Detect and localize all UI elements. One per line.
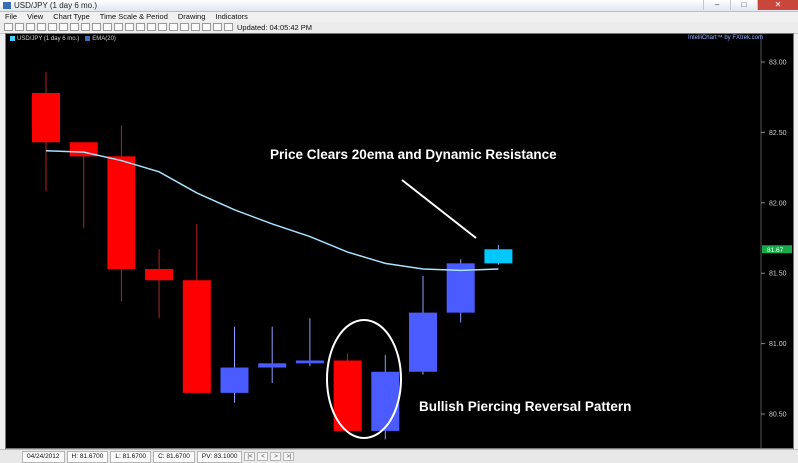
annotation-arrow [401, 179, 477, 239]
fibonacci-tool-icon[interactable] [92, 23, 101, 31]
candle-body [258, 363, 287, 368]
next-icon[interactable]: > [270, 452, 282, 461]
eraser-tool-icon[interactable] [147, 23, 156, 31]
status-low: L: 81.6700 [110, 450, 152, 463]
candle-body [145, 268, 174, 281]
candle-body [107, 156, 136, 269]
last-icon[interactable]: >| [283, 452, 295, 461]
price-tick-label: 82.50 [769, 130, 787, 137]
brand-label: IntelliChart™ by FXtrek.com [687, 35, 763, 41]
zoom-in-icon[interactable] [26, 23, 35, 31]
window-title: USD/JPY (1 day 6 mo.) [14, 1, 97, 10]
horizontal-line-icon[interactable] [59, 23, 68, 31]
menu-view[interactable]: View [22, 12, 48, 22]
menu-file[interactable]: File [0, 12, 22, 22]
annotation-price-clears: Price Clears 20ema and Dynamic Resistanc… [270, 147, 557, 162]
indicator-icon[interactable] [169, 23, 178, 31]
menu-bar: File View Chart Type Time Scale & Period… [0, 12, 798, 22]
chart-panel[interactable]: 80.50 81.00 81.50 82.00 82.50 83.00 81.67 Price… [5, 33, 794, 449]
candle-body [295, 360, 324, 364]
print-icon[interactable] [191, 23, 200, 31]
crosshair-tool-icon[interactable] [15, 23, 24, 31]
annotation-piercing-pattern: Bullish Piercing Reversal Pattern [419, 399, 631, 414]
help-icon[interactable] [224, 23, 233, 31]
status-high: H: 81.6700 [66, 450, 109, 463]
close-button[interactable]: ✕ [757, 0, 798, 10]
menu-indicators[interactable]: Indicators [210, 12, 253, 22]
chart-style-icon[interactable] [158, 23, 167, 31]
window-controls: – □ ✕ [703, 0, 798, 11]
text-tool-icon[interactable] [103, 23, 112, 31]
trendline-tool-icon[interactable] [48, 23, 57, 31]
price-tick-label: 81.50 [769, 271, 787, 278]
title-bar: USD/JPY (1 day 6 mo.) – □ ✕ [0, 0, 798, 12]
ellipse-tool-icon[interactable] [136, 23, 145, 31]
legend-ema: EMA(20) [85, 35, 116, 43]
save-icon[interactable] [202, 23, 211, 31]
properties-icon[interactable] [180, 23, 189, 31]
rectangle-tool-icon[interactable] [125, 23, 134, 31]
candle-body [484, 249, 513, 264]
price-chart: 80.50 81.00 81.50 82.00 82.50 83.00 81.67 Price… [32, 34, 792, 448]
status-close: C: 81.6700 [153, 450, 195, 463]
updated-time: Updated: 04:05:42 PM [237, 23, 313, 32]
status-bar: 04/24/2012 H: 81.6700 L: 81.6700 C: 81.6… [0, 449, 798, 463]
maximize-button[interactable]: □ [730, 0, 757, 10]
app-icon [3, 2, 11, 9]
first-icon[interactable]: |< [244, 452, 256, 461]
candle-body [371, 371, 400, 431]
menu-time-scale[interactable]: Time Scale & Period [95, 12, 173, 22]
vertical-line-icon[interactable] [70, 23, 79, 31]
zoom-out-icon[interactable] [37, 23, 46, 31]
price-tick-label: 81.00 [769, 341, 787, 348]
arrow-tool-icon[interactable] [114, 23, 123, 31]
minimize-button[interactable]: – [703, 0, 730, 10]
price-tick-label: 80.50 [769, 412, 787, 419]
chart-legend: USD/JPY (1 day 6 mo.) EMA(20) [10, 35, 116, 43]
legend-symbol: USD/JPY (1 day 6 mo.) [10, 35, 79, 43]
status-pv: PV: 83.1000 [196, 450, 243, 463]
cursor-tool-icon[interactable] [4, 23, 13, 31]
price-tick-label: 82.00 [769, 200, 787, 207]
menu-chart-type[interactable]: Chart Type [48, 12, 95, 22]
refresh-icon[interactable] [213, 23, 222, 31]
menu-drawing[interactable]: Drawing [173, 12, 211, 22]
channel-tool-icon[interactable] [81, 23, 90, 31]
candle-body [409, 312, 437, 372]
last-price-label: 81.67 [767, 247, 784, 254]
price-tick-label: 83.00 [769, 60, 787, 67]
prev-icon[interactable]: < [257, 452, 269, 461]
candle-body [220, 367, 249, 393]
status-date: 04/24/2012 [22, 450, 65, 463]
candle-body [182, 280, 211, 393]
candle-body [32, 92, 60, 143]
